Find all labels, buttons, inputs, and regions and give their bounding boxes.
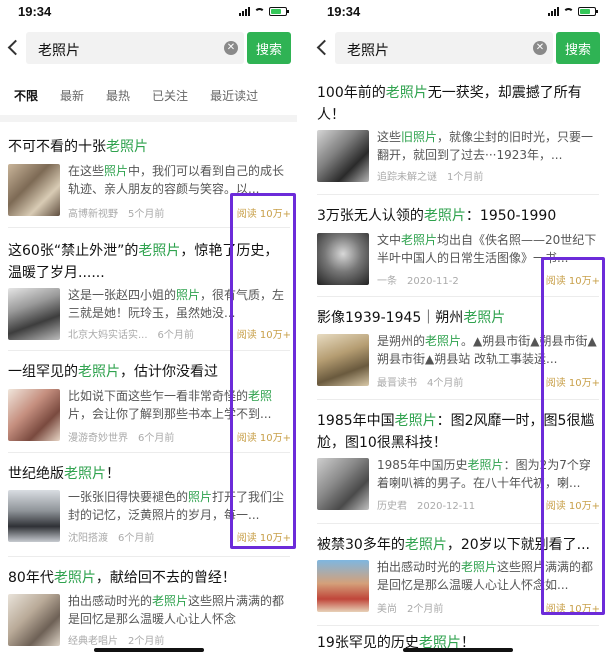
article-meta: 高博新视野 5个月前 <box>68 209 165 220</box>
annotation-highlight-box <box>230 193 296 549</box>
article-snippet: 拍出感动时光的老照片这些照片满满的都是回忆是那么温暖人心让人怀念 <box>68 594 285 626</box>
filter-recently-read[interactable]: 最近读过 <box>204 85 264 106</box>
row-divider <box>8 556 290 557</box>
article-meta: 沈阳搭渡 6个月前 <box>68 533 155 544</box>
back-arrow-icon[interactable] <box>315 38 329 58</box>
status-icons <box>548 7 598 16</box>
battery-icon <box>578 7 598 16</box>
filter-hottest[interactable]: 最热 <box>100 85 136 106</box>
article-thumbnail[interactable] <box>317 458 369 510</box>
filter-latest[interactable]: 最新 <box>54 85 90 106</box>
home-indicator <box>94 648 204 652</box>
article-thumbnail[interactable] <box>317 334 369 386</box>
article-thumbnail[interactable] <box>8 389 60 441</box>
battery-icon <box>269 7 289 16</box>
status-bar: 19:34 <box>309 0 606 26</box>
filter-all[interactable]: 不限 <box>8 85 44 106</box>
article-meta: 经典老唱片 2个月前 <box>68 636 165 647</box>
search-query: 老照片 <box>38 43 80 59</box>
right-phone-screen: 19:34 老照片 ✕ 搜索 100年前的老照片无一获奖，却震撼了所有人！ 这些… <box>309 0 606 656</box>
screen-gap <box>297 0 309 656</box>
status-icons <box>239 7 289 16</box>
wifi-icon <box>254 7 265 16</box>
search-input[interactable]: 老照片 ✕ <box>335 32 553 64</box>
article-thumbnail[interactable] <box>317 233 369 285</box>
article-thumbnail[interactable] <box>317 130 369 182</box>
search-input[interactable]: 老照片 ✕ <box>26 32 244 64</box>
article-snippet: 这些旧照片，就像尘封的旧时光，只要一翻开，就回到了过去···1923年，... <box>377 130 594 162</box>
article-meta: 漫游奇妙世界 6个月前 <box>68 433 175 444</box>
article-title[interactable]: 80年代老照片，献给回不去的曾经！ <box>8 567 290 589</box>
section-divider <box>0 115 297 122</box>
article-title[interactable]: 100年前的老照片无一获奖，却震撼了所有人！ <box>317 82 599 126</box>
annotation-highlight-box <box>541 257 605 615</box>
search-row: 老照片 ✕ 搜索 <box>0 26 297 70</box>
article-thumbnail[interactable] <box>317 560 369 612</box>
article-meta: 美尚 2个月前 <box>377 604 444 615</box>
clear-icon[interactable]: ✕ <box>224 41 238 55</box>
search-query: 老照片 <box>347 43 389 59</box>
search-button[interactable]: 搜索 <box>556 32 600 64</box>
filter-tabs: 不限 最新 最热 已关注 最近读过 <box>8 82 264 108</box>
article-meta: 一条 2020-11-2 <box>377 276 459 287</box>
signal-icon <box>239 7 250 16</box>
article-title[interactable]: 不可不看的十张老照片 <box>8 136 290 158</box>
back-arrow-icon[interactable] <box>6 38 20 58</box>
search-button[interactable]: 搜索 <box>247 32 291 64</box>
filter-followed[interactable]: 已关注 <box>146 85 194 106</box>
article-thumbnail[interactable] <box>8 490 60 542</box>
article-thumbnail[interactable] <box>8 594 60 646</box>
wifi-icon <box>563 7 574 16</box>
article-title[interactable]: 3万张无人认领的老照片：1950-1990 <box>317 205 599 227</box>
article-meta: 北京大妈实话实... 6个月前 <box>68 330 194 341</box>
row-divider <box>317 625 599 626</box>
signal-icon <box>548 7 559 16</box>
article-meta: 历史君 2020-12-11 <box>377 501 476 512</box>
row-divider <box>317 194 599 195</box>
article-thumbnail[interactable] <box>8 288 60 340</box>
status-time: 19:34 <box>18 4 52 19</box>
article-meta: 最晋读书 4个月前 <box>377 378 464 389</box>
article-thumbnail[interactable] <box>8 164 60 216</box>
search-row: 老照片 ✕ 搜索 <box>309 26 606 70</box>
home-indicator <box>403 648 513 652</box>
article-meta: 追踪未解之谜 1个月前 <box>377 172 484 183</box>
status-bar: 19:34 <box>0 0 297 26</box>
left-phone-screen: 19:34 老照片 ✕ 搜索 不限 最新 最热 已关注 最近读过 不可不看的十张… <box>0 0 297 656</box>
clear-icon[interactable]: ✕ <box>533 41 547 55</box>
status-time: 19:34 <box>327 4 361 19</box>
